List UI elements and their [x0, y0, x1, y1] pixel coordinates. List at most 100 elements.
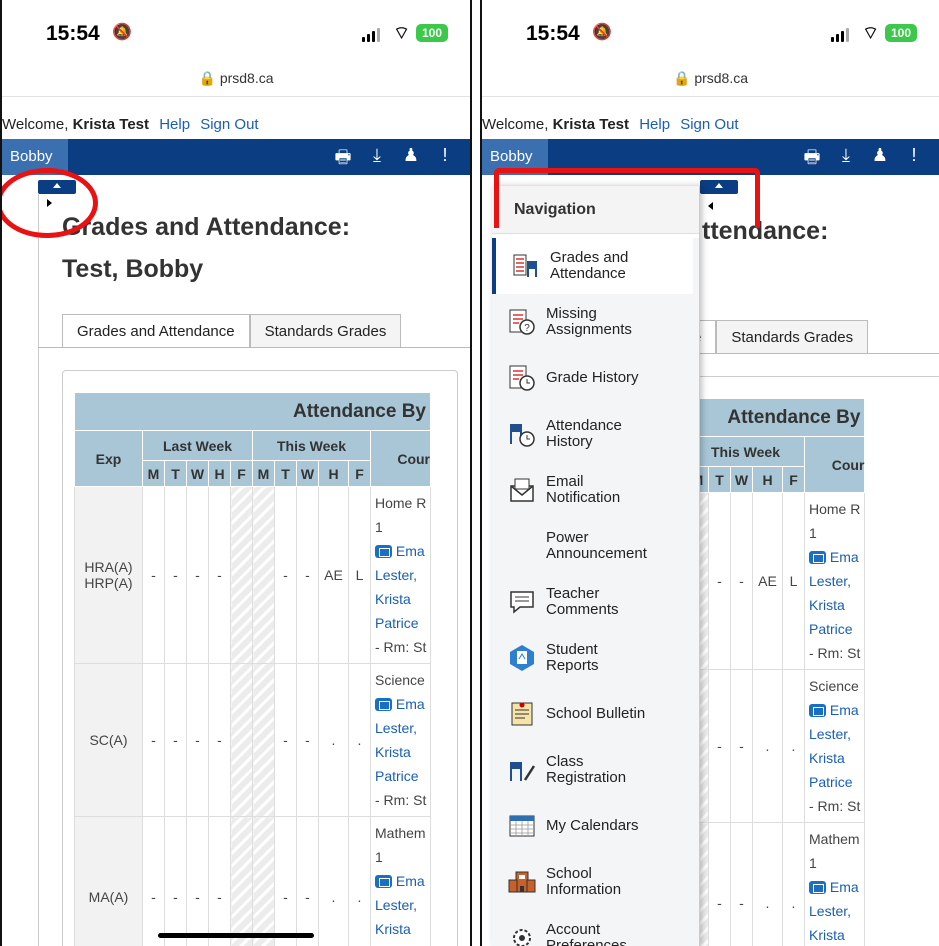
print-icon[interactable]: 🖶 — [334, 145, 352, 175]
status-time: 15:54 — [46, 22, 100, 45]
alert-icon[interactable]: ! — [436, 145, 454, 175]
alert-icon[interactable]: ! — [905, 145, 923, 175]
col-last-week: Last Week — [142, 430, 253, 461]
teacher-link[interactable]: Lester, — [809, 903, 851, 919]
nav-item[interactable]: Grade History — [492, 350, 693, 406]
day-header: F — [782, 466, 805, 493]
attendance-cell: - — [208, 486, 231, 664]
email-link[interactable]: Ema — [830, 879, 859, 895]
sign-out-link[interactable]: Sign Out — [680, 116, 738, 133]
top-toolbar: Bobby 🖶 ⤓ ♟ ! — [2, 139, 470, 175]
person-download-icon[interactable]: ♟ — [402, 145, 420, 175]
nav-item-label: Class Registration — [546, 753, 627, 786]
course-cell: Home R 1 Ema Lester, Krista Patrice - Rm: St — [803, 492, 866, 670]
attendance-cell: . — [782, 822, 805, 946]
grades-attendance-icon — [512, 252, 540, 280]
user-name: Krista Test — [72, 116, 150, 133]
email-link[interactable]: Ema — [830, 702, 859, 718]
teacher-link[interactable]: Krista — [375, 744, 411, 760]
address-bar[interactable]: 🔒 prsd8.ca — [482, 70, 939, 87]
nav-item[interactable]: ? Missing Assignments — [492, 294, 693, 350]
nav-item[interactable]: Grades and Attendance — [492, 238, 693, 294]
email-icon[interactable] — [809, 551, 826, 564]
exp-cell: HRA(A) HRP(A) — [74, 486, 143, 664]
attendance-cell: - — [296, 663, 319, 817]
email-link[interactable]: Ema — [396, 543, 425, 559]
course-name: 1 — [809, 525, 817, 541]
address-bar[interactable]: 🔒 prsd8.ca — [2, 70, 470, 87]
col-this-week: This Week — [252, 430, 371, 461]
navigation-panel: Navigation Grades and Attendance? Missing A… — [492, 186, 700, 946]
help-link[interactable]: Help — [639, 116, 670, 133]
highlight-bracket — [494, 168, 760, 228]
table-row: MA(A)------..Mathem1 EmaLester,KristaPat… — [74, 816, 431, 946]
tab-standards-grades[interactable]: Standards Grades — [716, 320, 869, 354]
day-header: W — [296, 460, 319, 487]
nav-item[interactable]: School Information — [492, 854, 693, 910]
room-text: - Rm: St — [375, 792, 427, 808]
course-name: Mathem — [375, 825, 426, 841]
attendance-cell: - — [274, 816, 297, 946]
email-icon[interactable] — [375, 545, 392, 558]
nav-item[interactable]: Class Registration — [492, 742, 693, 798]
attendance-cell: - — [186, 816, 209, 946]
teacher-link[interactable]: Patrice — [809, 774, 853, 790]
wifi-icon: ⌔ — [393, 23, 410, 43]
download-icon[interactable]: ⤓ — [368, 145, 386, 175]
download-icon[interactable]: ⤓ — [837, 145, 855, 175]
left-screenshot: 15:54 🔕 ⌔ 100 🔒 prsd8.ca Welcome, Krista… — [0, 0, 472, 946]
email-icon[interactable] — [809, 881, 826, 894]
email-link[interactable]: Ema — [830, 549, 859, 565]
col-this-week: This Week — [686, 436, 805, 467]
tab-grades-attendance[interactable]: Grades and Attendance — [62, 314, 250, 348]
teacher-link[interactable]: Krista — [375, 591, 411, 607]
course-name: 1 — [809, 855, 817, 871]
email-icon[interactable] — [375, 875, 392, 888]
person-download-icon[interactable]: ♟ — [871, 145, 889, 175]
attendance-cell: . — [318, 816, 349, 946]
teacher-link[interactable]: Lester, — [375, 720, 417, 736]
attendance-history-icon — [508, 420, 536, 448]
holiday-cell — [252, 816, 275, 946]
course-cell: Science Ema Lester, Krista Patrice - Rm: St — [370, 663, 431, 817]
email-icon[interactable] — [375, 698, 392, 711]
teacher-link[interactable]: Krista — [375, 921, 411, 937]
nav-item[interactable]: Email Notification — [492, 462, 693, 518]
teacher-link[interactable]: Krista — [809, 750, 845, 766]
wifi-icon: ⌔ — [862, 23, 879, 43]
nav-item[interactable]: Account Preferences — [492, 910, 693, 946]
teacher-link[interactable]: Lester, — [375, 567, 417, 583]
calendar-icon — [508, 812, 536, 840]
url-text: prsd8.ca — [219, 70, 274, 86]
teacher-link[interactable]: Lester, — [375, 897, 417, 913]
nav-item[interactable]: Attendance History — [492, 406, 693, 462]
email-link[interactable]: Ema — [396, 696, 425, 712]
attendance-table: Attendance By Exp Last Week This Week Cour M T… — [74, 392, 431, 946]
teacher-link[interactable]: Patrice — [375, 768, 419, 784]
sign-out-link[interactable]: Sign Out — [200, 116, 258, 133]
teacher-link[interactable]: Patrice — [375, 615, 419, 631]
teacher-link[interactable]: Patrice — [809, 621, 853, 637]
table-title: Attendance By — [74, 392, 431, 431]
nav-item-label: Grades and Attendance — [550, 249, 629, 282]
nav-item[interactable]: Student Reports — [492, 630, 693, 686]
course-cell: Mathem1 EmaLester,KristaPatrice — [803, 822, 866, 946]
tab-standards-grades[interactable]: Standards Grades — [249, 314, 402, 348]
nav-item[interactable]: My Calendars — [492, 798, 693, 854]
email-icon[interactable] — [809, 704, 826, 717]
attendance-cell: - — [208, 663, 231, 817]
user-name: Krista Test — [552, 116, 630, 133]
status-bar: 15:54 🔕 ⌔ 100 — [482, 0, 939, 62]
nav-item[interactable]: Teacher Comments — [492, 574, 693, 630]
teacher-link[interactable]: Krista — [809, 927, 845, 943]
teacher-link[interactable]: Lester, — [809, 573, 851, 589]
nav-item[interactable]: School Bulletin — [492, 686, 693, 742]
help-link[interactable]: Help — [159, 116, 190, 133]
print-icon[interactable]: 🖶 — [803, 145, 821, 175]
email-link[interactable]: Ema — [396, 873, 425, 889]
svg-text:?: ? — [524, 323, 530, 334]
exp-cell: SC(A) — [74, 663, 143, 817]
teacher-link[interactable]: Lester, — [809, 726, 851, 742]
nav-item[interactable]: Power Announcement — [492, 518, 693, 574]
teacher-link[interactable]: Krista — [809, 597, 845, 613]
